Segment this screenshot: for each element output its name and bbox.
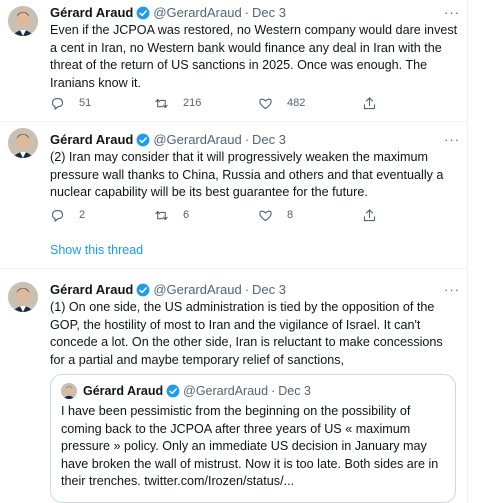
author-handle[interactable]: @GerardAraud	[153, 132, 241, 148]
retweet-button[interactable]: 216	[154, 96, 258, 111]
tweet-header: Gérard Araud @GerardAraud · Dec 3 ···	[50, 5, 460, 21]
retweet-count: 6	[183, 209, 190, 221]
quoted-author-handle: @GerardAraud	[183, 384, 269, 398]
retweet-count: 216	[183, 97, 202, 109]
tweet-actions: 2 6 8	[50, 207, 395, 223]
share-button[interactable]	[362, 96, 391, 111]
quoted-author-name: Gérard Araud	[83, 384, 164, 398]
reply-button[interactable]: 2	[50, 208, 154, 223]
author-name[interactable]: Gérard Araud	[50, 132, 133, 148]
share-button[interactable]	[362, 208, 391, 223]
reply-icon	[51, 97, 64, 110]
tweet-text: (2) Iran may consider that it will progr…	[50, 150, 444, 199]
separator-dot: ·	[244, 132, 250, 147]
like-count: 8	[287, 209, 294, 221]
tweet-header: Gérard Araud @GerardAraud · Dec 3 ···	[50, 282, 460, 298]
more-icon[interactable]: ···	[444, 282, 460, 298]
more-icon[interactable]: ···	[444, 132, 460, 148]
share-icon	[363, 208, 376, 221]
tweet-header: Gérard Araud @GerardAraud · Dec 3 ···	[50, 132, 460, 148]
tweet-text: (1) On one side, the US administration i…	[50, 300, 443, 367]
avatar[interactable]	[8, 128, 38, 158]
verified-badge-icon	[166, 384, 180, 398]
verified-badge-icon	[136, 283, 150, 297]
avatar-portrait-icon	[8, 282, 38, 312]
share-icon	[363, 96, 376, 109]
like-button[interactable]: 482	[258, 96, 362, 111]
quoted-avatar	[61, 383, 77, 399]
retweet-icon	[155, 210, 168, 220]
reply-count: 2	[79, 209, 86, 221]
like-button[interactable]: 8	[258, 208, 362, 223]
quoted-tweet-text: I have been pessimistic from the beginni…	[61, 404, 439, 488]
reply-icon	[51, 209, 64, 222]
verified-badge-icon	[136, 6, 150, 20]
quoted-tweet[interactable]: Gérard Araud @GerardAraud · Dec 3 I have…	[50, 374, 456, 503]
tweet-actions: 51 216 482	[50, 95, 395, 111]
quoted-tweet-header: Gérard Araud @GerardAraud · Dec 3	[61, 383, 311, 399]
like-icon	[259, 210, 272, 221]
tweet-date[interactable]: Dec 3	[252, 282, 286, 298]
more-icon[interactable]: ···	[444, 5, 460, 21]
tweet-date[interactable]: Dec 3	[252, 5, 286, 21]
quoted-tweet-date: Dec 3	[278, 384, 311, 398]
separator-dot: ·	[271, 384, 276, 398]
retweet-button[interactable]: 6	[154, 208, 258, 223]
tweet-date[interactable]: Dec 3	[252, 132, 286, 148]
verified-badge-icon	[136, 133, 150, 147]
author-name[interactable]: Gérard Araud	[50, 282, 133, 298]
separator-dot: ·	[244, 5, 250, 20]
like-count: 482	[287, 97, 306, 109]
show-thread-link[interactable]: Show this thread	[50, 243, 143, 257]
author-handle[interactable]: @GerardAraud	[153, 282, 241, 298]
author-handle[interactable]: @GerardAraud	[153, 5, 241, 21]
avatar[interactable]	[8, 6, 38, 36]
tweet-text: Even if the JCPOA was restored, no Weste…	[50, 23, 458, 90]
tweet-2[interactable]: Gérard Araud @GerardAraud · Dec 3 ··· (2…	[0, 122, 468, 232]
separator-dot: ·	[244, 282, 250, 297]
author-name[interactable]: Gérard Araud	[50, 5, 133, 21]
like-icon	[259, 98, 272, 109]
reply-button[interactable]: 51	[50, 96, 154, 111]
avatar-portrait-icon	[61, 383, 77, 399]
timeline: Gérard Araud @GerardAraud · Dec 3 ··· Ev…	[0, 0, 468, 503]
avatar-portrait-icon	[8, 128, 38, 158]
tweet-1[interactable]: Gérard Araud @GerardAraud · Dec 3 ··· Ev…	[0, 0, 468, 118]
retweet-icon	[155, 98, 168, 108]
avatar[interactable]	[8, 282, 38, 312]
avatar-portrait-icon	[8, 6, 38, 36]
reply-count: 51	[79, 97, 92, 109]
